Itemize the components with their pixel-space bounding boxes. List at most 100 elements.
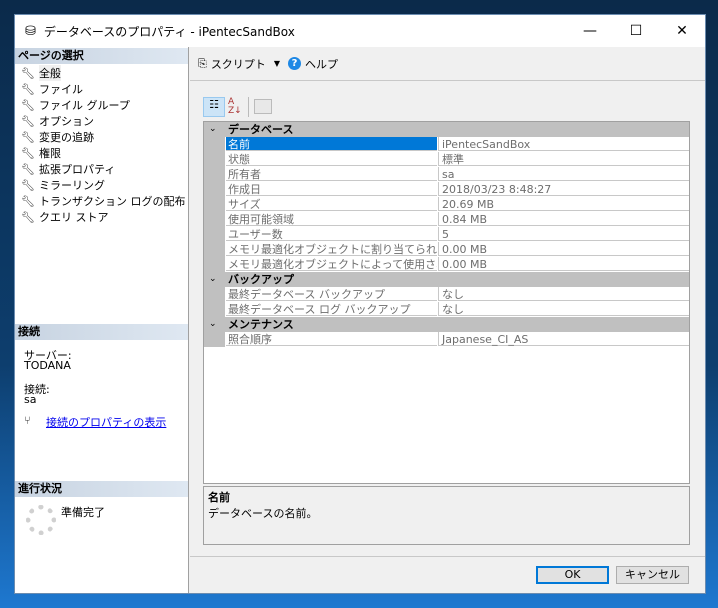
page-item-label: トランザクション ログの配布: [39, 195, 186, 208]
property-row[interactable]: 最終データベース ログ バックアップ なし: [204, 302, 689, 317]
property-value[interactable]: 20.69 MB: [438, 197, 689, 211]
property-row[interactable]: 最終データベース バックアップ なし: [204, 287, 689, 302]
database-properties-dialog: ⛁ データベースのプロパティ - iPentecSandBox — ☐ ✕ ペー…: [14, 14, 706, 594]
script-button[interactable]: スクリプト: [211, 56, 266, 72]
property-value[interactable]: Japanese_CI_AS: [438, 332, 689, 346]
database-icon: ⛁: [25, 23, 36, 39]
row-gutter: [204, 167, 225, 182]
page-item[interactable]: 🔧︎ クエリ ストア: [21, 209, 109, 225]
chevron-down-icon[interactable]: ⌄: [209, 272, 217, 287]
row-gutter: [204, 152, 225, 167]
alphabetical-sort-button[interactable]: A Z↓: [228, 98, 242, 116]
page-item[interactable]: 🔧︎ 全般: [21, 65, 61, 81]
property-name: ユーザー数: [226, 227, 437, 241]
property-name: 使用可能領域: [226, 212, 437, 226]
page-item-label: ミラーリング: [39, 179, 105, 192]
description-text: データベースの名前。: [208, 507, 318, 520]
connection-header: 接続: [15, 324, 188, 340]
description-panel: 名前 データベースの名前。: [203, 486, 690, 545]
wrench-icon: 🔧︎: [21, 98, 35, 112]
property-row[interactable]: 所有者 sa: [204, 167, 689, 182]
category-row[interactable]: ⌄ メンテナンス: [204, 317, 689, 332]
view-connection-properties-link[interactable]: 接続のプロパティの表示: [46, 414, 166, 430]
row-gutter: [204, 287, 225, 302]
property-row[interactable]: 作成日 2018/03/23 8:48:27: [204, 182, 689, 197]
property-name: 最終データベース ログ バックアップ: [226, 302, 437, 316]
progress-header: 進行状況: [15, 481, 188, 497]
property-value[interactable]: なし: [438, 302, 689, 316]
page-item[interactable]: 🔧︎ 拡張プロパティ: [21, 161, 115, 177]
row-gutter: [204, 242, 225, 257]
page-item[interactable]: 🔧︎ ファイル: [21, 81, 83, 97]
row-gutter: [204, 302, 225, 317]
page-item[interactable]: 🔧︎ オプション: [21, 113, 94, 129]
property-value[interactable]: 0.00 MB: [438, 257, 689, 271]
property-row[interactable]: ユーザー数 5: [204, 227, 689, 242]
property-row[interactable]: 状態 標準: [204, 152, 689, 167]
page-item[interactable]: 🔧︎ 権限: [21, 145, 61, 161]
property-value[interactable]: iPentecSandBox: [438, 137, 689, 151]
property-value[interactable]: なし: [438, 287, 689, 301]
property-pages-button[interactable]: [254, 99, 272, 114]
wrench-icon: 🔧︎: [21, 194, 35, 208]
property-row[interactable]: サイズ 20.69 MB: [204, 197, 689, 212]
cancel-button[interactable]: キャンセル: [616, 566, 689, 584]
property-row[interactable]: メモリ最適化オブジェクトに割り当てられたメモリ0.00 MB: [204, 242, 689, 257]
page-item-label: オプション: [39, 115, 94, 128]
categorized-view-button[interactable]: ☷: [203, 97, 225, 117]
property-name: 名前: [226, 137, 437, 151]
page-item-label: 全般: [39, 65, 61, 81]
property-value[interactable]: 標準: [438, 152, 689, 166]
help-button[interactable]: ヘルプ: [305, 56, 338, 72]
property-value[interactable]: 0.00 MB: [438, 242, 689, 256]
minimize-button[interactable]: —: [567, 15, 613, 47]
category-row[interactable]: ⌄ バックアップ: [204, 272, 689, 287]
wrench-icon: 🔧︎: [21, 66, 35, 80]
property-row[interactable]: 名前 iPentecSandBox: [204, 137, 689, 152]
maximize-button[interactable]: ☐: [613, 15, 659, 47]
help-icon: ?: [287, 57, 301, 70]
property-grid: ⌄ データベース 名前 iPentecSandBox 状態 標準 所有者 sa 作成日 2018/…: [203, 121, 690, 484]
property-value[interactable]: 0.84 MB: [438, 212, 689, 226]
wrench-icon: 🔧︎: [21, 146, 35, 160]
property-name: サイズ: [226, 197, 437, 211]
page-item-label: ファイル グループ: [39, 99, 130, 112]
row-gutter: [204, 212, 225, 227]
page-item[interactable]: 🔧︎ トランザクション ログの配布: [21, 193, 186, 209]
category-label: バックアップ: [228, 273, 294, 286]
property-name: メモリ最適化オブジェクトに割り当てられたメモリ: [226, 243, 437, 256]
property-row[interactable]: 照合順序 Japanese_CI_AS: [204, 332, 689, 347]
progress-spinner-icon: [26, 505, 56, 535]
script-dropdown-icon[interactable]: ▼: [274, 59, 280, 68]
chevron-down-icon[interactable]: ⌄: [209, 122, 217, 137]
left-panel: ページの選択 🔧︎ 全般 🔧︎ ファイル 🔧︎ ファイル グループ 🔧︎ オプション 🔧︎ 変更の…: [15, 47, 189, 593]
connection-value: sa: [24, 393, 37, 406]
category-row[interactable]: ⌄ データベース: [204, 122, 689, 137]
wrench-icon: 🔧︎: [21, 210, 35, 224]
page-item[interactable]: 🔧︎ ミラーリング: [21, 177, 105, 193]
property-value[interactable]: 2018/03/23 8:48:27: [438, 182, 689, 196]
wrench-icon: 🔧︎: [21, 162, 35, 176]
property-row[interactable]: 使用可能領域 0.84 MB: [204, 212, 689, 227]
row-gutter: [204, 227, 225, 242]
chevron-down-icon[interactable]: ⌄: [209, 317, 217, 332]
toolbar: ⎘ スクリプト ▼ ? ヘルプ: [190, 47, 705, 81]
plug-icon: ⑂: [24, 414, 31, 427]
wrench-icon: 🔧︎: [21, 130, 35, 144]
right-panel: ⎘ スクリプト ▼ ? ヘルプ ☷ A Z↓ ⌄ データベース 名前 iPentecSa…: [190, 47, 705, 545]
page-item[interactable]: 🔧︎ ファイル グループ: [21, 97, 130, 113]
row-gutter: [204, 197, 225, 212]
row-gutter: [204, 332, 225, 347]
ok-button[interactable]: OK: [536, 566, 609, 584]
close-button[interactable]: ✕: [659, 15, 705, 47]
script-icon: ⎘: [198, 56, 207, 70]
toolbar-divider: [248, 97, 249, 117]
wrench-icon: 🔧︎: [21, 114, 35, 128]
row-gutter: [204, 182, 225, 197]
page-item-label: 権限: [39, 147, 61, 160]
property-value[interactable]: sa: [438, 167, 689, 181]
property-value[interactable]: 5: [438, 227, 689, 241]
property-row[interactable]: メモリ最適化オブジェクトによって使用されるメモリ0.00 MB: [204, 257, 689, 272]
wrench-icon: 🔧︎: [21, 82, 35, 96]
page-item[interactable]: 🔧︎ 変更の追跡: [21, 129, 94, 145]
